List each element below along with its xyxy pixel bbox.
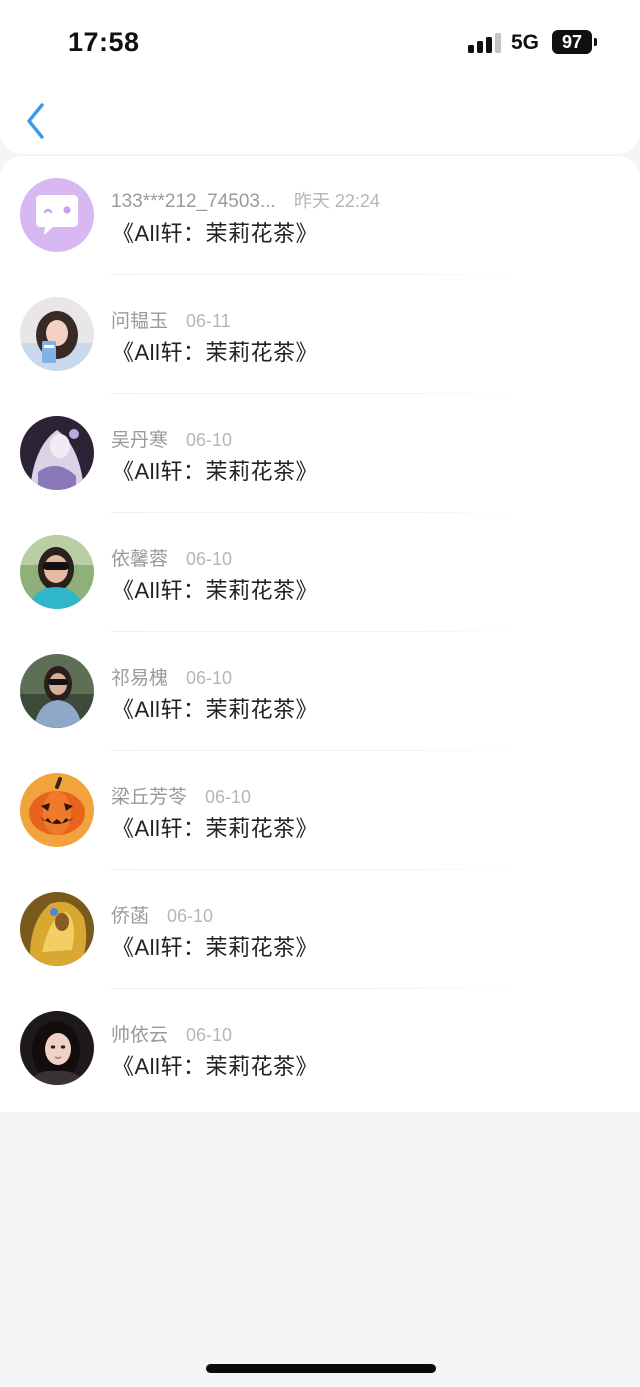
list-item[interactable]: 帅依云 06-10 《All轩：茉莉花茶》 — [0, 989, 640, 1108]
message-text: 《All轩：茉莉花茶》 — [112, 221, 318, 246]
battery-icon: 97 — [552, 30, 592, 54]
list-item[interactable]: 问韫玉 06-11 《All轩：茉莉花茶》 — [0, 275, 640, 394]
message-text: 《All轩：茉莉花茶》 — [112, 816, 318, 841]
golden-warrior-avatar — [20, 892, 94, 966]
default-chat-avatar — [20, 178, 94, 252]
message-date: 06-10 — [186, 668, 233, 688]
message-text: 《All轩：茉莉花茶》 — [112, 935, 318, 960]
item-meta: 侨菡 06-10 — [111, 901, 213, 927]
user-photo-avatar — [20, 535, 94, 609]
message-date: 06-10 — [186, 549, 233, 569]
anime-avatar — [20, 416, 94, 490]
item-meta: 问韫玉 06-11 — [111, 306, 231, 332]
message-date: 06-10 — [205, 787, 252, 807]
message-text: 《All轩：茉莉花茶》 — [112, 340, 318, 365]
message-text: 《All轩：茉莉花茶》 — [112, 1054, 318, 1079]
list-item[interactable]: 祁易槐 06-10 《All轩：茉莉花茶》 — [0, 632, 640, 751]
battery-cap — [594, 38, 597, 46]
network-type: 5G — [511, 31, 540, 54]
user-photo-avatar — [20, 297, 94, 371]
item-meta: 梁丘芳苓 06-10 — [111, 782, 251, 808]
item-meta: 吴丹寒 06-10 — [111, 425, 232, 451]
item-meta: 133***212_74503... 昨天 22:24 — [111, 187, 380, 213]
sender-name: 祁易槐 — [111, 668, 169, 689]
signal-icon — [468, 33, 502, 53]
sender-name: 侨菡 — [111, 906, 150, 927]
message-text: 《All轩：茉莉花茶》 — [112, 697, 318, 722]
message-date: 06-10 — [186, 430, 233, 450]
message-date: 06-10 — [186, 1025, 233, 1045]
sender-name: 问韫玉 — [111, 311, 169, 332]
list-item[interactable]: 侨菡 06-10 《All轩：茉莉花茶》 — [0, 870, 640, 989]
pumpkin-avatar — [20, 773, 94, 847]
list-item[interactable]: 吴丹寒 06-10 《All轩：茉莉花茶》 — [0, 394, 640, 513]
list-item[interactable]: 依馨蓉 06-10 《All轩：茉莉花茶》 — [0, 513, 640, 632]
message-text: 《All轩：茉莉花茶》 — [112, 459, 318, 484]
conversation-list: 133***212_74503... 昨天 22:24 《All轩：茉莉花茶》 问… — [0, 156, 640, 1112]
item-meta: 帅依云 06-10 — [111, 1020, 232, 1046]
screen: 17:58 5G 97 133***212_74503... 昨天 22:24 … — [0, 0, 640, 1387]
status-time: 17:58 — [68, 27, 140, 57]
sender-name: 吴丹寒 — [111, 430, 169, 451]
chevron-left-icon — [27, 103, 44, 139]
user-photo-avatar — [20, 654, 94, 728]
message-text: 《All轩：茉莉花茶》 — [112, 578, 318, 603]
item-meta: 祁易槐 06-10 — [111, 663, 232, 689]
item-meta: 依馨蓉 06-10 — [111, 544, 232, 570]
user-photo-avatar — [20, 1011, 94, 1085]
home-indicator — [206, 1364, 436, 1373]
status-bar: 17:58 5G 97 — [0, 0, 640, 86]
list-item[interactable]: 梁丘芳苓 06-10 《All轩：茉莉花茶》 — [0, 751, 640, 870]
sender-name: 依馨蓉 — [111, 549, 169, 570]
list-item[interactable]: 133***212_74503... 昨天 22:24 《All轩：茉莉花茶》 — [0, 156, 640, 275]
sender-name: 梁丘芳苓 — [111, 787, 188, 808]
message-date: 06-11 — [186, 311, 231, 331]
message-date: 06-10 — [167, 906, 214, 926]
header: 17:58 5G 97 — [0, 0, 640, 154]
message-date: 昨天 22:24 — [293, 191, 380, 211]
sender-name: 帅依云 — [111, 1025, 169, 1046]
back-button[interactable] — [18, 100, 54, 142]
sender-name: 133***212_74503... — [111, 191, 276, 212]
